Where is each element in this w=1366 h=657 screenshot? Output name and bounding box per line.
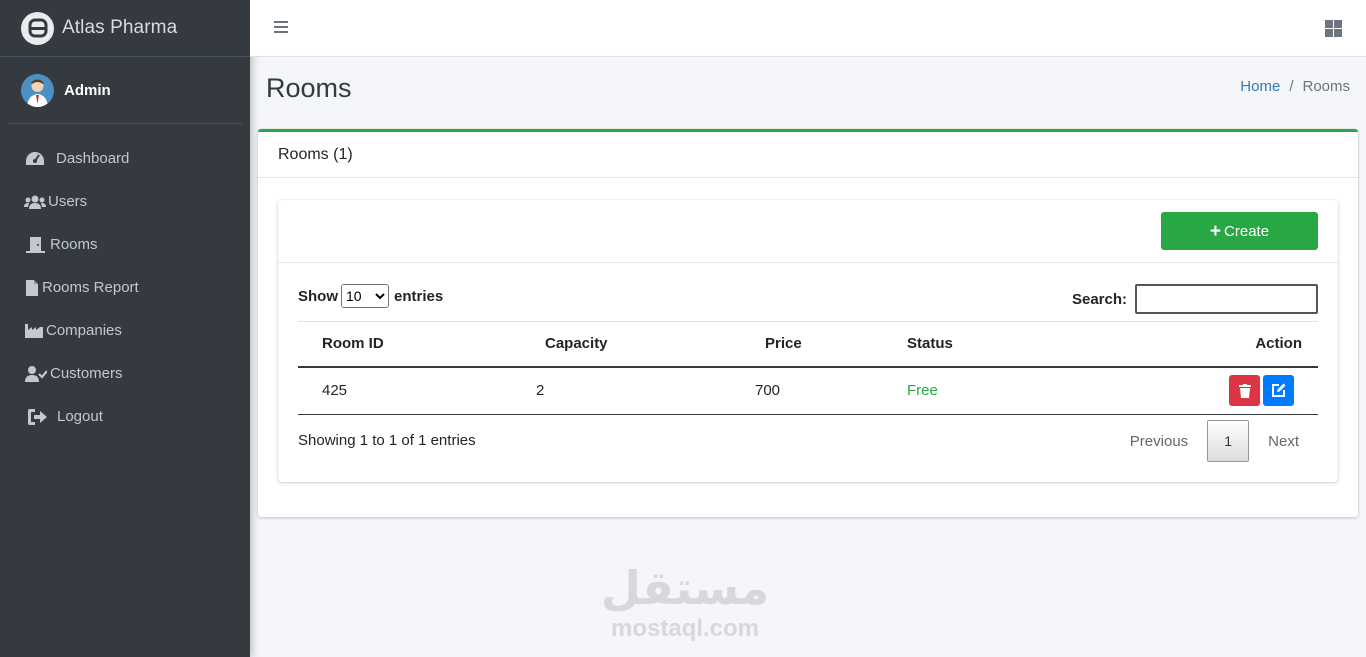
sidebar-item-label: Companies (46, 322, 122, 339)
table-controls: Show 10 entries Search: (298, 284, 1318, 314)
user-name: Admin (64, 81, 111, 99)
grid-apps-icon[interactable] (1325, 20, 1342, 37)
industry-icon (24, 321, 44, 341)
sidebar-item-label: Dashboard (56, 150, 130, 167)
sidebar-item-companies[interactable]: Companies (0, 309, 250, 352)
search-input[interactable] (1135, 284, 1318, 314)
menu-toggle-icon[interactable] (274, 21, 288, 34)
watermark-latin: mostaql.com (610, 615, 760, 642)
column-header-room-id[interactable]: Room ID (298, 321, 521, 368)
brand-logo-icon (21, 11, 54, 45)
sign-out-icon (27, 407, 49, 427)
tachometer-icon (24, 149, 46, 169)
sidebar-item-users[interactable]: Users (0, 180, 250, 223)
table-row: 425 2 700 Free (298, 366, 1318, 415)
top-navbar (250, 0, 1366, 57)
file-icon (24, 278, 40, 298)
search-control: Search: (1072, 284, 1318, 314)
create-button[interactable]: + Create (1161, 212, 1318, 250)
sidebar-item-rooms[interactable]: Rooms (0, 223, 250, 266)
delete-button[interactable] (1229, 375, 1260, 407)
sidebar-item-label: Rooms (50, 236, 98, 253)
edit-icon (1272, 383, 1286, 398)
rooms-table-card: + Create Show 10 entries Search: Room ID (278, 200, 1338, 482)
door-icon (24, 235, 46, 255)
column-header-action[interactable]: Action (1103, 321, 1318, 368)
watermark: مستقل mostaql.com (600, 560, 770, 642)
page-title: Rooms (266, 73, 352, 103)
cell-price: 700 (741, 366, 903, 415)
table-header-row: Room ID Capacity Price Status Action (298, 321, 1318, 368)
card-title: Rooms (1) (258, 132, 1358, 178)
sidebar-item-label: Rooms Report (42, 279, 139, 296)
trash-icon (1238, 383, 1251, 398)
show-label: Show (298, 287, 338, 305)
cell-status: Free (903, 366, 1103, 415)
page-button-current[interactable]: 1 (1207, 420, 1250, 462)
users-icon (24, 192, 46, 212)
rooms-table: Room ID Capacity Price Status Action 425… (298, 321, 1318, 415)
edit-button[interactable] (1263, 375, 1294, 407)
breadcrumb: Home / Rooms (1240, 78, 1350, 95)
entries-label: entries (394, 287, 444, 305)
sidebar-item-rooms-report[interactable]: Rooms Report (0, 266, 250, 309)
breadcrumb-home-link[interactable]: Home (1240, 78, 1280, 95)
sidebar-item-label: Customers (50, 365, 123, 382)
sidebar-nav: Dashboard Users Rooms Rooms Report Compa… (0, 124, 250, 438)
table-info: Showing 1 to 1 of 1 entries (298, 432, 476, 449)
next-page-button[interactable]: Next (1249, 433, 1318, 450)
create-button-label: Create (1224, 222, 1270, 240)
page-size-control: Show 10 entries (298, 284, 443, 308)
column-header-capacity[interactable]: Capacity (521, 321, 741, 368)
sidebar: Atlas Pharma Admin Dashboard Users Rooms… (0, 0, 250, 657)
brand-name: Atlas Pharma (62, 17, 178, 38)
previous-page-button[interactable]: Previous (1111, 433, 1207, 450)
sidebar-item-customers[interactable]: Customers (0, 352, 250, 395)
search-label: Search: (1071, 290, 1127, 308)
cell-room-id: 425 (298, 366, 521, 415)
sidebar-item-label: Users (48, 193, 88, 210)
rooms-card: Rooms (1) + Create Show 10 entries Searc… (258, 129, 1358, 517)
cell-actions (1103, 366, 1318, 415)
sidebar-item-label: Logout (57, 408, 103, 425)
sidebar-item-logout[interactable]: Logout (0, 395, 250, 438)
brand-link[interactable]: Atlas Pharma (0, 0, 250, 57)
cell-capacity: 2 (521, 366, 741, 415)
watermark-arabic: مستقل (600, 561, 770, 615)
inner-card-header: + Create (278, 200, 1338, 263)
page-size-select[interactable]: 10 (341, 284, 389, 308)
avatar (21, 73, 54, 107)
sidebar-item-dashboard[interactable]: Dashboard (0, 137, 250, 180)
breadcrumb-separator: / (1289, 78, 1294, 95)
user-panel[interactable]: Admin (8, 57, 242, 124)
column-header-price[interactable]: Price (741, 321, 903, 368)
pagination: Previous 1 Next (1111, 420, 1318, 462)
user-check-icon (24, 364, 48, 384)
plus-icon: + (1209, 220, 1222, 242)
breadcrumb-current: Rooms (1302, 78, 1350, 95)
column-header-status[interactable]: Status (903, 321, 1103, 368)
